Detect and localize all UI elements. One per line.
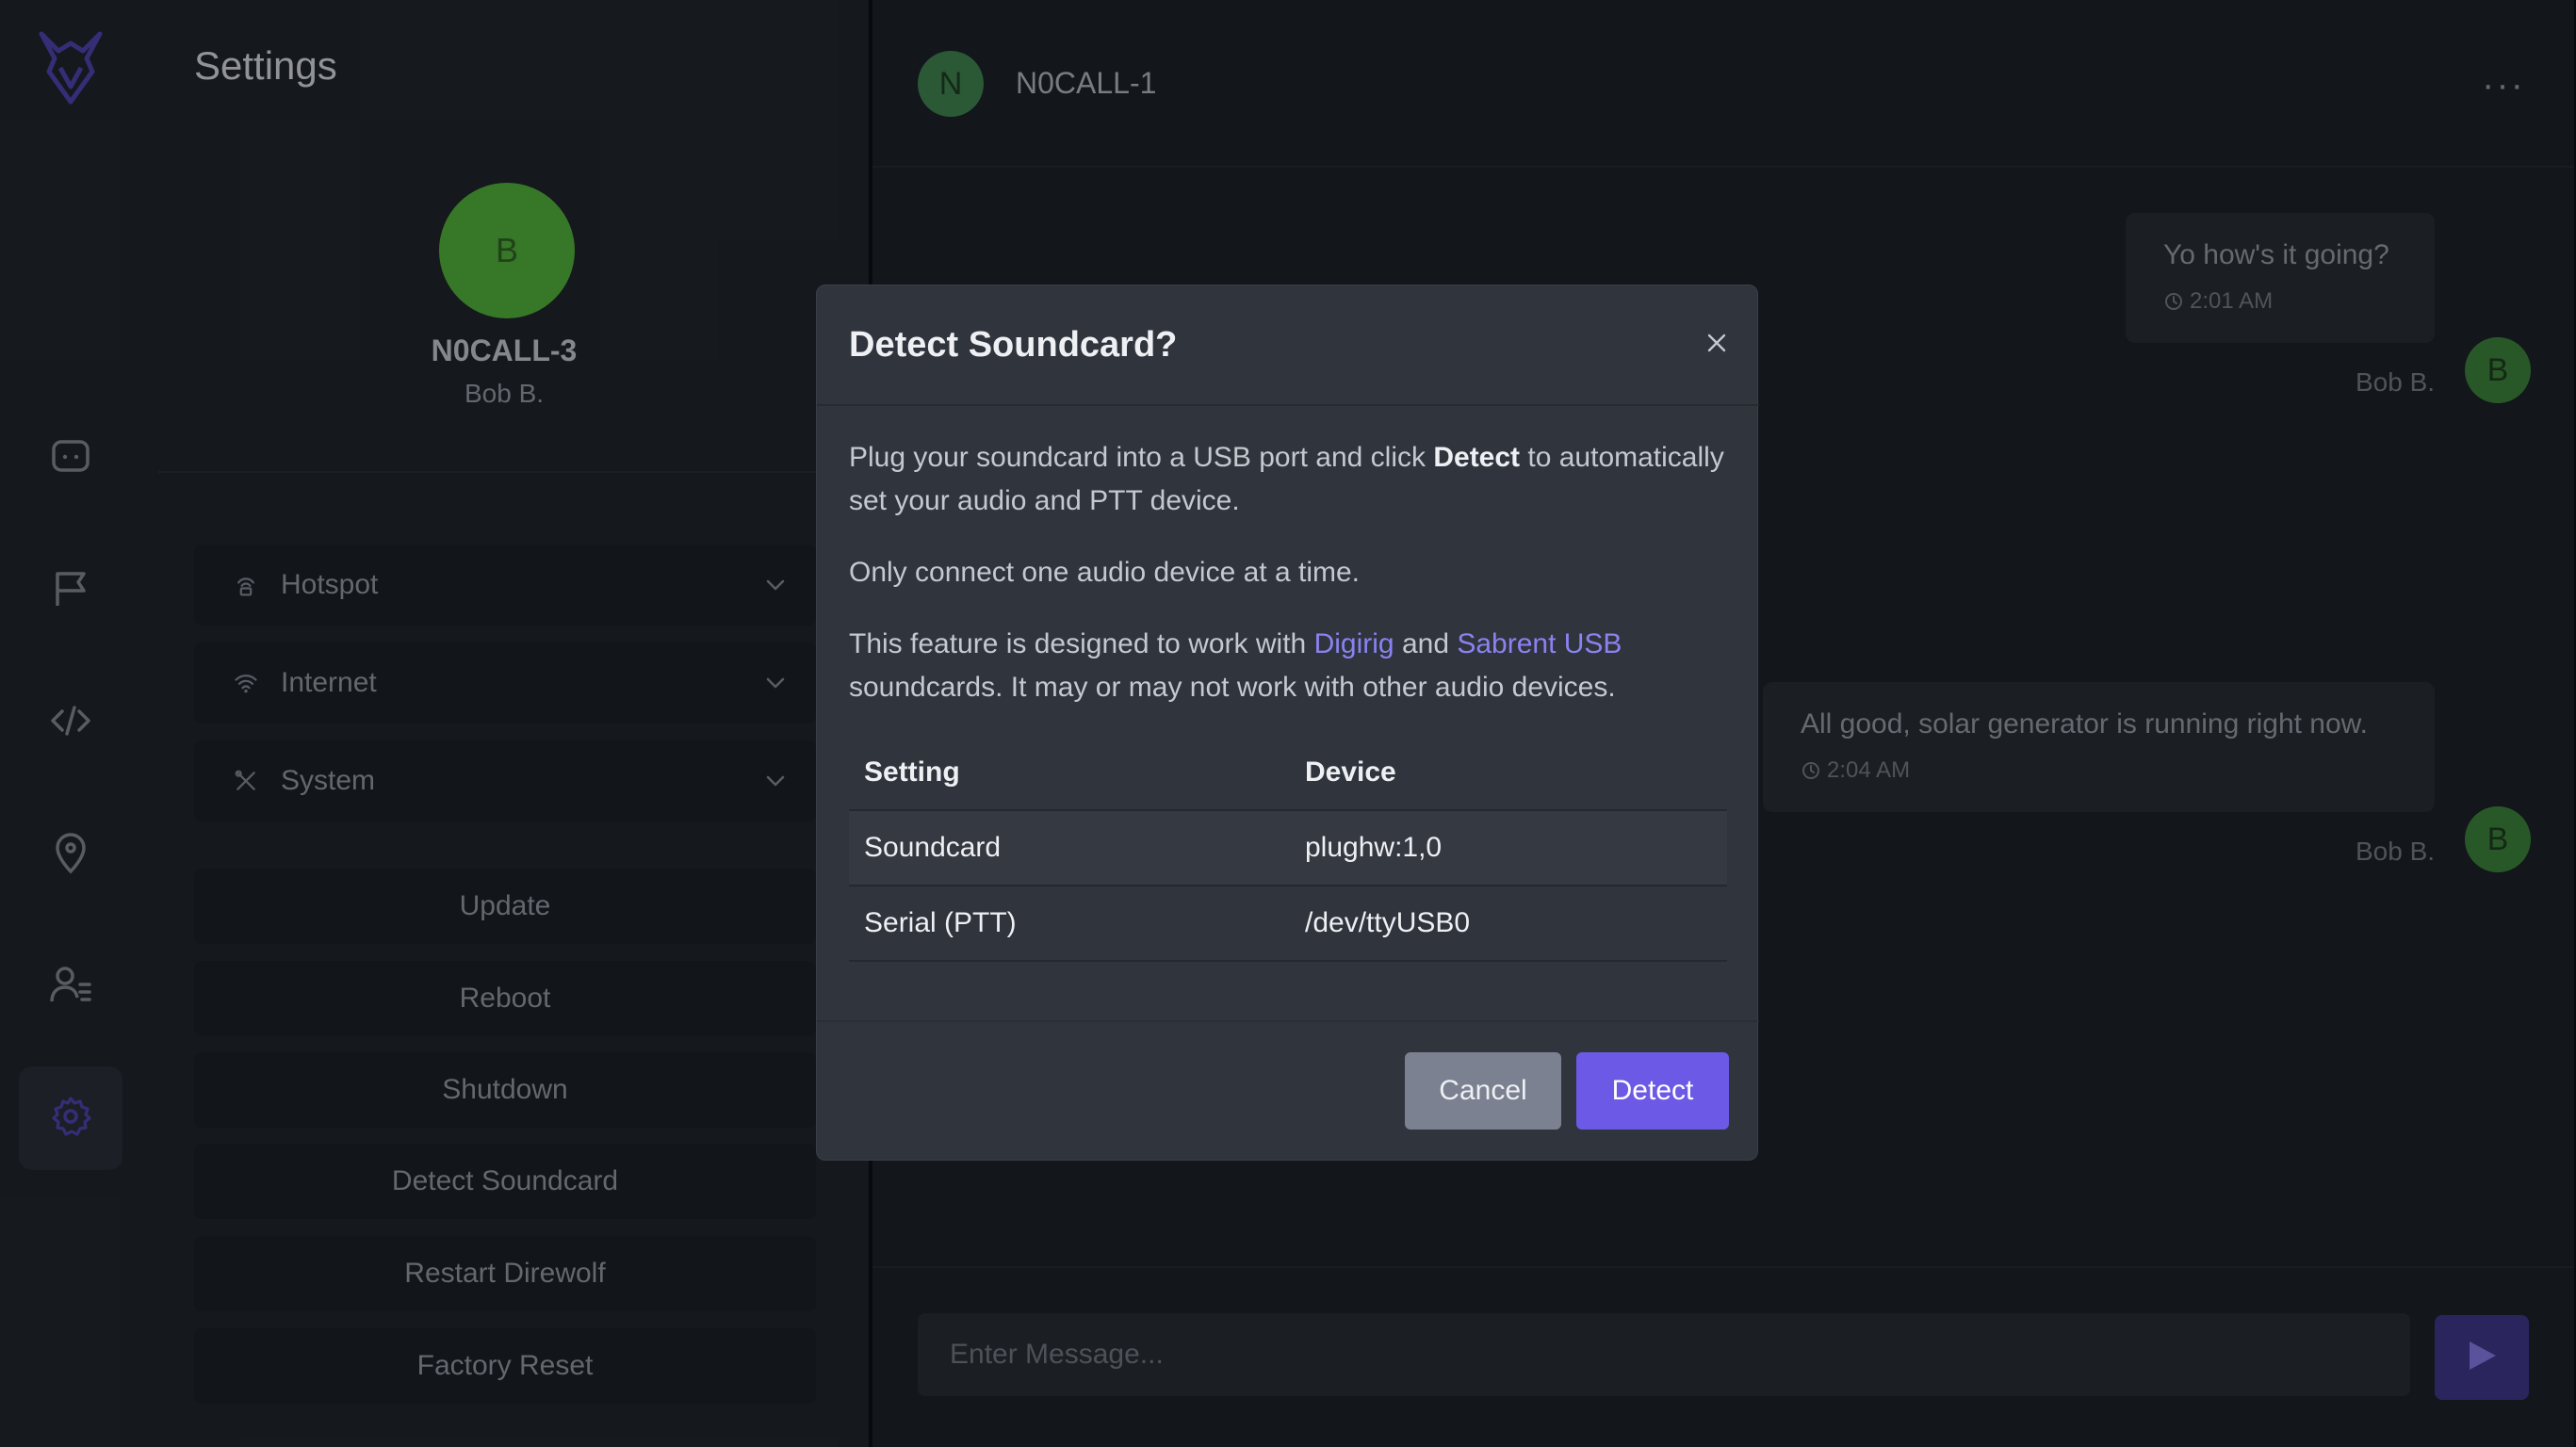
paragraph-text: and	[1394, 628, 1458, 659]
table-cell: /dev/ttyUSB0	[1290, 886, 1727, 962]
device-table: Setting Device Soundcard plughw:1,0 Seri…	[849, 736, 1727, 962]
detect-button[interactable]: Detect	[1576, 1052, 1729, 1130]
modal-title: Detect Soundcard?	[849, 325, 1178, 365]
table-header-row: Setting Device	[849, 736, 1727, 811]
table-row: Serial (PTT) /dev/ttyUSB0	[849, 886, 1727, 962]
modal-paragraph-1: Plug your soundcard into a USB port and …	[849, 436, 1727, 523]
close-button[interactable]	[1697, 325, 1736, 365]
sabrent-usb-link[interactable]: Sabrent USB	[1457, 628, 1622, 659]
app-root: Settings B N0CALL-3 Bob B. Hotspot Inter…	[0, 0, 2576, 1447]
modal-header: Detect Soundcard?	[817, 285, 1759, 406]
table-header-setting: Setting	[849, 736, 1290, 811]
modal-body: Plug your soundcard into a USB port and …	[849, 436, 1727, 709]
modal-paragraph-2: Only connect one audio device at a time.	[849, 557, 1360, 588]
close-icon	[1705, 332, 1728, 359]
table-cell: plughw:1,0	[1290, 810, 1727, 886]
paragraph-text: This feature is designed to work with	[849, 628, 1314, 659]
table-cell: Soundcard	[849, 810, 1290, 886]
digirig-link[interactable]: Digirig	[1314, 628, 1394, 659]
detect-soundcard-modal: Detect Soundcard? Plug your soundcard in…	[816, 285, 1759, 1161]
table-cell: Serial (PTT)	[849, 886, 1290, 962]
paragraph-bold: Detect	[1433, 442, 1521, 473]
paragraph-text: soundcards. It may or may not work with …	[849, 672, 1616, 703]
modal-paragraph-3: This feature is designed to work with Di…	[849, 623, 1727, 709]
table-header-device: Device	[1290, 736, 1727, 811]
cancel-button[interactable]: Cancel	[1405, 1052, 1561, 1130]
paragraph-text: Plug your soundcard into a USB port and …	[849, 442, 1434, 473]
table-row: Soundcard plughw:1,0	[849, 810, 1727, 886]
